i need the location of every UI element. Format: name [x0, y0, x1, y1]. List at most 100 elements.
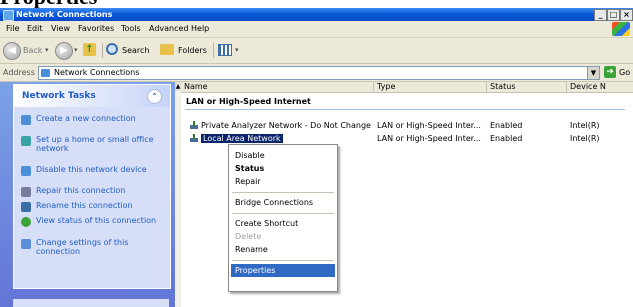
up-arrow-icon: ↑ — [83, 43, 96, 56]
context-bridge-connections[interactable]: Bridge Connections — [231, 196, 335, 209]
table-row[interactable]: Private Analyzer Network - Do Not Change… — [181, 120, 633, 131]
connection-device: Intel(R) — [570, 121, 600, 130]
folders-button[interactable]: Folders — [160, 42, 210, 59]
folders-icon — [160, 44, 174, 55]
address-dropdown-icon[interactable]: ▼ — [587, 67, 599, 79]
table-row[interactable]: Local Area Network LAN or High-Speed Int… — [181, 133, 633, 144]
task-disable-device[interactable]: Disable this network device — [14, 165, 170, 185]
context-create-shortcut[interactable]: Create Shortcut — [231, 217, 335, 230]
search-icon — [106, 43, 118, 55]
forward-dropdown-icon[interactable]: ▾ — [74, 42, 78, 59]
connection-type: LAN or High-Speed Inter... — [377, 134, 481, 143]
minimize-button[interactable]: _ — [594, 9, 607, 21]
task-label: View status of this connection — [36, 216, 157, 225]
task-label: Repair this connection — [36, 186, 126, 195]
column-header-device[interactable]: Device N — [567, 82, 633, 92]
other-places-panel — [13, 299, 169, 307]
context-properties[interactable]: Properties — [231, 264, 335, 277]
menu-separator — [232, 213, 334, 214]
menu-edit[interactable]: Edit — [24, 21, 46, 37]
lan-connection-icon — [190, 121, 200, 130]
context-repair[interactable]: Repair — [231, 175, 335, 188]
vertical-scrollbar[interactable]: ▲ — [175, 82, 181, 307]
home-network-icon — [21, 136, 31, 146]
back-label: Back — [23, 46, 43, 55]
task-label: Disable this network device — [36, 165, 147, 174]
task-view-status[interactable]: View status of this connection — [14, 216, 170, 236]
status-icon — [21, 217, 31, 227]
title-bar[interactable]: Network Connections _ □ × — [0, 8, 633, 21]
windows-logo-icon — [612, 22, 630, 36]
menu-favorites[interactable]: Favorites — [75, 21, 117, 37]
views-dropdown-icon[interactable]: ▾ — [235, 42, 239, 59]
menu-separator — [232, 192, 334, 193]
address-field[interactable]: Network Connections ▼ — [38, 66, 600, 80]
column-header-status[interactable]: Status — [487, 82, 567, 92]
menu-tools[interactable]: Tools — [118, 21, 144, 37]
task-rename-connection[interactable]: Rename this connection — [14, 201, 170, 212]
connection-status: Enabled — [490, 121, 523, 130]
network-connections-icon — [3, 10, 14, 21]
address-label: Address — [3, 68, 35, 77]
task-home-network[interactable]: Set up a home or small office network — [14, 135, 170, 164]
search-button[interactable]: Search — [106, 42, 156, 59]
network-tasks-header[interactable]: Network Tasks ⌃ — [14, 85, 170, 107]
column-header-type[interactable]: Type — [374, 82, 487, 92]
back-dropdown-icon[interactable]: ▾ — [45, 42, 49, 59]
column-header-name[interactable]: Name — [181, 82, 374, 92]
context-delete: Delete — [235, 232, 262, 241]
up-folder-button[interactable]: ↑ — [83, 42, 99, 59]
context-disable[interactable]: Disable — [231, 149, 335, 162]
connection-device: Intel(R) — [570, 134, 600, 143]
connection-type: LAN or High-Speed Inter... — [377, 121, 481, 130]
toolbar: ◀ Back ▾ ▶ ▾ ↑ Search Folders ▾ — [0, 38, 633, 64]
menu-help[interactable]: Help — [188, 21, 212, 37]
context-status[interactable]: Status — [231, 162, 335, 175]
address-value: Network Connections — [54, 68, 140, 77]
connection-status: Enabled — [490, 134, 523, 143]
folders-label: Folders — [178, 46, 207, 55]
task-repair-connection[interactable]: Repair this connection — [14, 186, 170, 197]
collapse-chevron-icon[interactable]: ⌃ — [147, 89, 162, 104]
context-rename[interactable]: Rename — [231, 243, 335, 256]
close-button[interactable]: × — [620, 9, 633, 21]
network-connections-window: Network Connections _ □ × File Edit View… — [0, 8, 633, 307]
rename-icon — [21, 202, 31, 212]
task-change-settings[interactable]: Change settings of this connection — [14, 238, 170, 258]
group-header: LAN or High-Speed Internet — [186, 97, 311, 106]
forward-button[interactable]: ▶ ▾ — [55, 42, 81, 60]
back-button[interactable]: ◀ Back ▾ — [3, 42, 51, 60]
go-arrow-icon[interactable]: ➜ — [604, 66, 616, 78]
selected-connection-name: Local Area Network — [201, 134, 283, 143]
context-menu: Disable Status Repair Bridge Connections… — [228, 144, 338, 292]
network-tasks-panel: Network Tasks ⌃ Create a new connection … — [13, 84, 171, 289]
menu-file[interactable]: File — [3, 21, 22, 37]
network-tasks-title: Network Tasks — [22, 91, 96, 101]
go-button-label[interactable]: Go — [619, 64, 630, 81]
menu-separator — [232, 260, 334, 261]
connection-name: Local Area Network — [201, 133, 371, 144]
toolbar-separator — [213, 43, 214, 58]
back-arrow-icon: ◀ — [3, 42, 21, 60]
lan-connection-icon — [190, 134, 200, 143]
views-button[interactable]: ▾ — [218, 42, 244, 59]
column-headers: Name Type Status Device N — [181, 82, 633, 93]
menu-view[interactable]: View — [48, 21, 73, 37]
network-connections-icon — [41, 69, 50, 77]
address-bar: Address Network Connections ▼ ➜ Go — [0, 64, 633, 82]
task-create-connection[interactable]: Create a new connection — [14, 114, 170, 134]
window-title: Network Connections — [16, 10, 113, 19]
task-label: Rename this connection — [36, 201, 133, 210]
disable-network-icon — [21, 166, 31, 176]
task-label: Create a new connection — [36, 114, 136, 123]
repair-icon — [21, 187, 31, 197]
task-label: Change settings of this connection — [36, 238, 129, 256]
views-icon — [218, 44, 232, 56]
settings-icon — [21, 239, 31, 249]
group-divider — [185, 109, 625, 110]
task-label: Set up a home or small office network — [36, 135, 154, 153]
search-label: Search — [122, 46, 150, 55]
menu-advanced[interactable]: Advanced — [146, 21, 192, 37]
maximize-button[interactable]: □ — [607, 9, 620, 21]
connection-name: Private Analyzer Network - Do Not Change… — [201, 121, 371, 130]
